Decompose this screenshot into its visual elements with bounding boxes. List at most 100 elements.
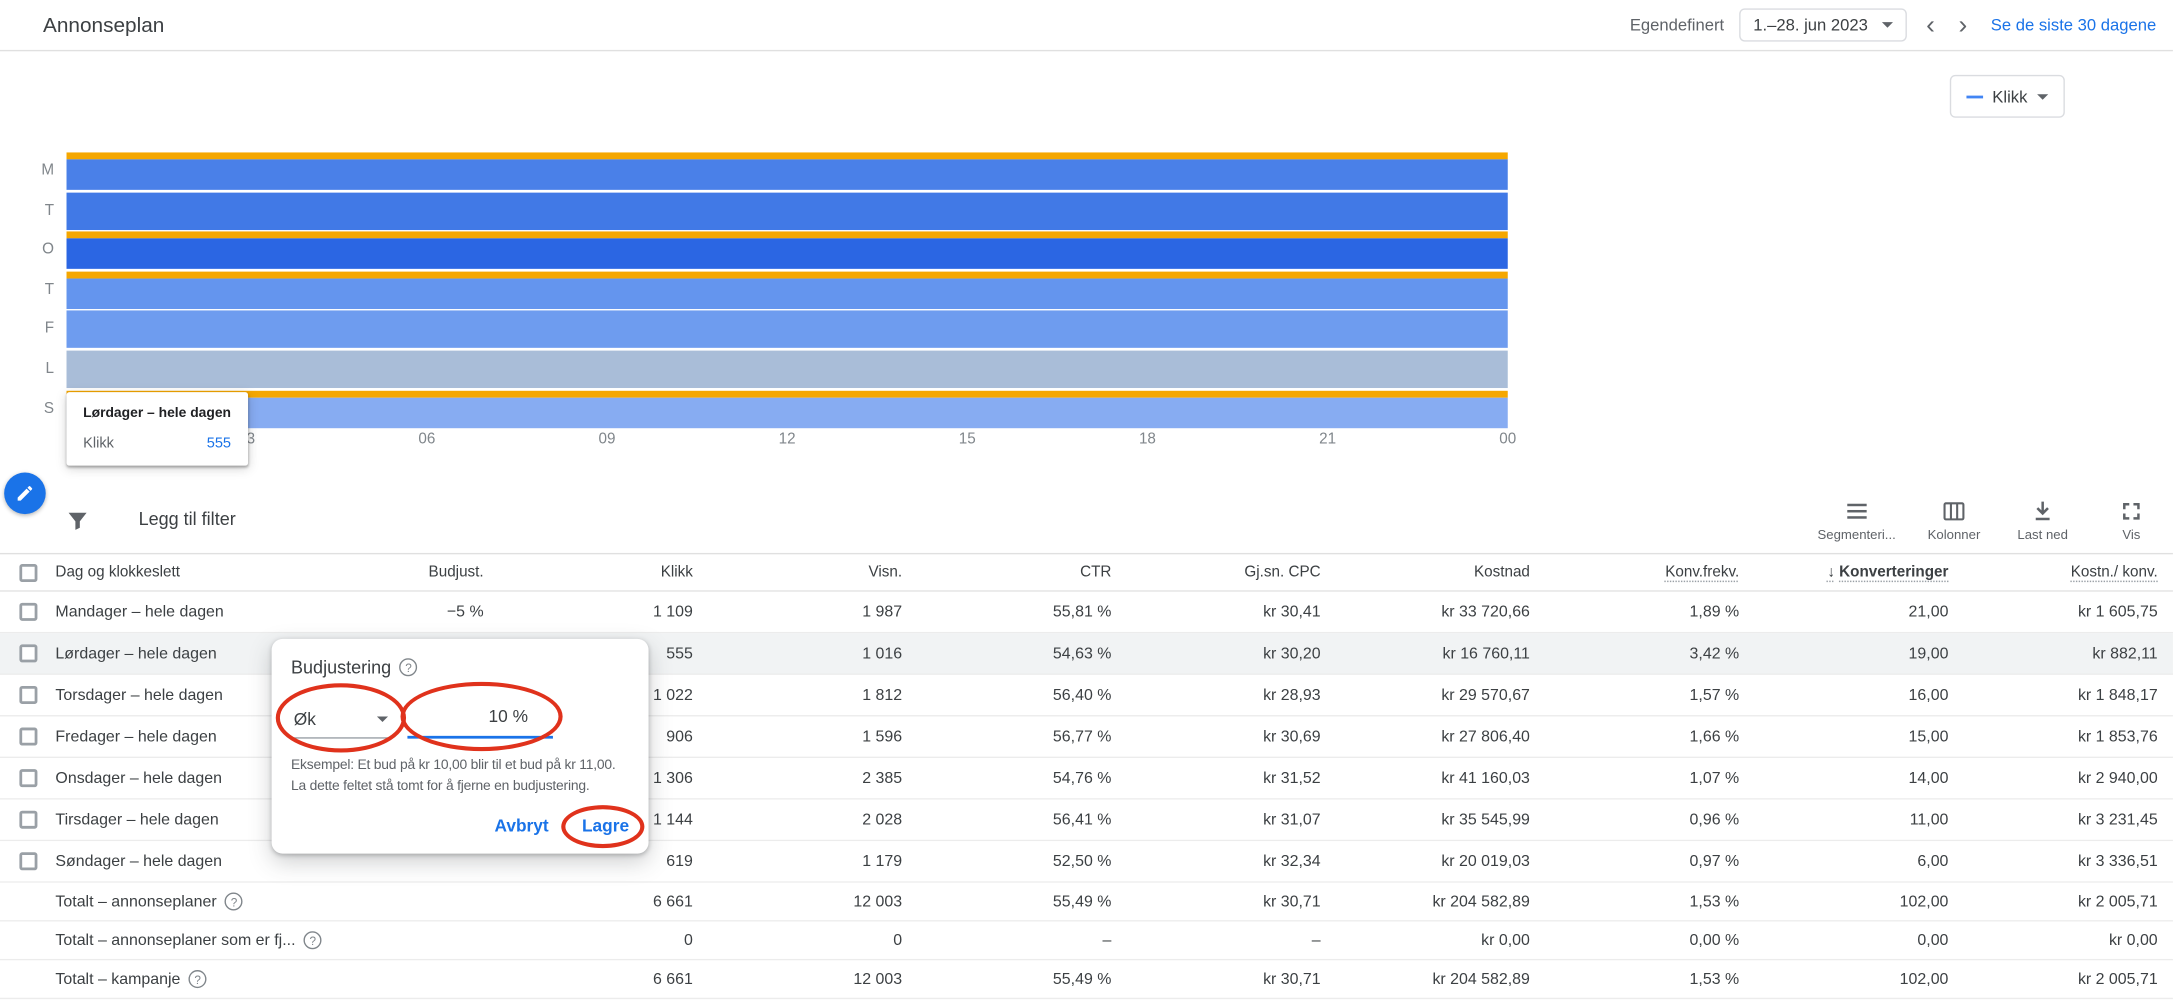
tooltip-metric-label: Klikk: [83, 435, 114, 452]
previous-period-button[interactable]: ‹: [1922, 12, 1939, 38]
toolbar-tools: Segmenteri... Kolonner Last ned Vis: [1817, 499, 2161, 543]
chart-bar-fill: [66, 397, 1508, 428]
table-cell: 12 003: [853, 893, 903, 910]
column-header-9[interactable]: ↓ Konverteringer: [1754, 564, 1963, 581]
chart-bar-onsdager[interactable]: [66, 231, 1508, 270]
row-checkbox[interactable]: [19, 852, 38, 871]
tool-label: Kolonner: [1927, 527, 1981, 544]
table-cell: 1 179: [862, 852, 903, 870]
adjustment-direction-select[interactable]: Øk: [291, 700, 391, 739]
table-cell: 3,42 %: [1689, 645, 1740, 662]
column-header-8[interactable]: Konv.frekv.: [1545, 564, 1754, 581]
row-label: Mandager – hele dagen: [55, 603, 224, 621]
chart-day-label: M: [41, 162, 55, 179]
chart-bar-fill: [66, 350, 1508, 388]
table-cell: 1 812: [862, 686, 903, 704]
table-cell: kr 1 605,75: [2077, 603, 2158, 621]
table-cell: kr 0,00: [1481, 931, 1530, 949]
table-cell: 12 003: [853, 970, 903, 988]
x-axis-tick: 21: [1319, 430, 1337, 448]
row-checkbox[interactable]: [19, 644, 38, 663]
select-all-checkbox[interactable]: [19, 563, 38, 582]
chart-bar-fredager[interactable]: [66, 310, 1508, 349]
screen: Annonseplan Egendefinert 1.–28. jun 2023…: [0, 0, 2173, 1001]
table-cell: kr 0,00: [2108, 931, 2158, 949]
save-button[interactable]: Lagre: [582, 816, 629, 835]
chart-bar-tirsdager[interactable]: [66, 192, 1508, 230]
table-cell: 1,57 %: [1689, 686, 1740, 704]
table-cell: kr 3 231,45: [2077, 811, 2158, 829]
date-range-picker[interactable]: 1.–28. jun 2023: [1739, 8, 1907, 42]
table-cell: 0,97 %: [1689, 852, 1740, 870]
tool-segment[interactable]: Segmenteri...: [1817, 499, 1896, 543]
table-cell: 1 016: [862, 645, 903, 662]
chart-bar-lørdager[interactable]: [66, 350, 1508, 388]
adjustment-percent-input[interactable]: [407, 697, 553, 739]
column-header-5[interactable]: CTR: [917, 564, 1126, 581]
column-header-6[interactable]: Gj.sn. CPC: [1127, 564, 1336, 581]
chart-bar-søndager[interactable]: [66, 390, 1508, 428]
chart-day-label: T: [44, 201, 55, 219]
table-cell: 2 385: [862, 769, 903, 787]
table-cell: 1,53 %: [1689, 970, 1740, 988]
row-checkbox[interactable]: [19, 602, 38, 621]
table-cell: kr 30,20: [1263, 645, 1321, 662]
page-title: Annonseplan: [42, 13, 165, 37]
tool-download[interactable]: Last ned: [2012, 499, 2073, 543]
chart-bar-torsdager[interactable]: [66, 271, 1508, 309]
table-total-row: Totalt – annonseplaner som er fj...? 0 0 – –…: [0, 921, 2173, 961]
date-range-controls: Egendefinert 1.–28. jun 2023 ‹ › Se de s…: [1629, 8, 2157, 42]
date-range-type-label: Egendefinert: [1629, 15, 1725, 35]
table-cell: 54,76 %: [1052, 769, 1112, 787]
table-row: Mandager – hele dagen −5 % 1 109 1 987 55,81…: [0, 591, 2173, 634]
adjustment-direction-value: Øk: [293, 708, 316, 729]
chart-x-axis: 0306091215182100: [0, 431, 2173, 453]
table-cell: 55,49 %: [1052, 970, 1112, 988]
help-icon[interactable]: ?: [225, 892, 244, 911]
last-30-days-link[interactable]: Se de siste 30 dagene: [1991, 15, 2157, 34]
row-label: Totalt – kampanje: [55, 970, 181, 988]
table-cell: –: [1102, 931, 1112, 949]
table-cell: 21,00: [1908, 603, 1949, 621]
chart-bar-mandager[interactable]: [66, 152, 1508, 190]
column-header-10[interactable]: Kostn./ konv.: [1964, 564, 2173, 581]
x-axis-tick: 18: [1138, 430, 1156, 448]
chart-tooltip: Lørdager – hele dagen Klikk 555: [66, 392, 248, 466]
dialog-example-text: Eksempel: Et bud på kr 10,00 blir til et…: [291, 755, 629, 797]
help-icon[interactable]: ?: [399, 658, 418, 677]
chart-bar-fill: [66, 192, 1508, 230]
column-header-7[interactable]: Kostnad: [1336, 564, 1545, 581]
row-label: Tirsdager – hele dagen: [55, 811, 219, 829]
cancel-button[interactable]: Avbryt: [494, 816, 548, 835]
table-cell: 14,00: [1908, 769, 1949, 787]
column-header-1[interactable]: Dag og klokkeslett: [55, 564, 291, 581]
tool-expand[interactable]: Vis: [2101, 499, 2162, 543]
table-cell: kr 2 005,71: [2077, 970, 2158, 988]
row-checkbox[interactable]: [19, 769, 38, 788]
help-icon[interactable]: ?: [303, 931, 322, 950]
x-axis-tick: 15: [958, 430, 976, 448]
x-axis-tick: 00: [1499, 430, 1517, 448]
table-cell: kr 32,34: [1263, 852, 1321, 870]
filter-icon[interactable]: [67, 510, 89, 539]
tooltip-metric-value: 555: [206, 435, 232, 452]
row-checkbox[interactable]: [19, 685, 38, 704]
tool-columns[interactable]: Kolonner: [1923, 499, 1984, 543]
help-icon[interactable]: ?: [188, 970, 207, 989]
next-period-button[interactable]: ›: [1954, 12, 1971, 38]
column-header-3[interactable]: Klikk: [499, 564, 708, 581]
row-checkbox[interactable]: [19, 810, 38, 829]
dialog-title: Budjustering: [291, 656, 392, 678]
download-icon: [2030, 499, 2055, 524]
row-label: Totalt – annonseplaner: [55, 893, 217, 910]
top-bar: Annonseplan Egendefinert 1.–28. jun 2023…: [0, 0, 2173, 52]
edit-pencil-button[interactable]: [4, 472, 46, 515]
add-filter-button[interactable]: Legg til filter: [139, 509, 236, 530]
column-header-2[interactable]: Budjust.: [291, 564, 499, 581]
row-checkbox[interactable]: [19, 727, 38, 746]
table-cell: kr 16 760,11: [1442, 645, 1530, 662]
column-header-4[interactable]: Visn.: [708, 564, 917, 581]
chart-metric-dropdown[interactable]: Klikk: [1949, 74, 2065, 118]
table-cell: 1,53 %: [1689, 893, 1740, 910]
table-cell: 6,00: [1917, 852, 1949, 870]
